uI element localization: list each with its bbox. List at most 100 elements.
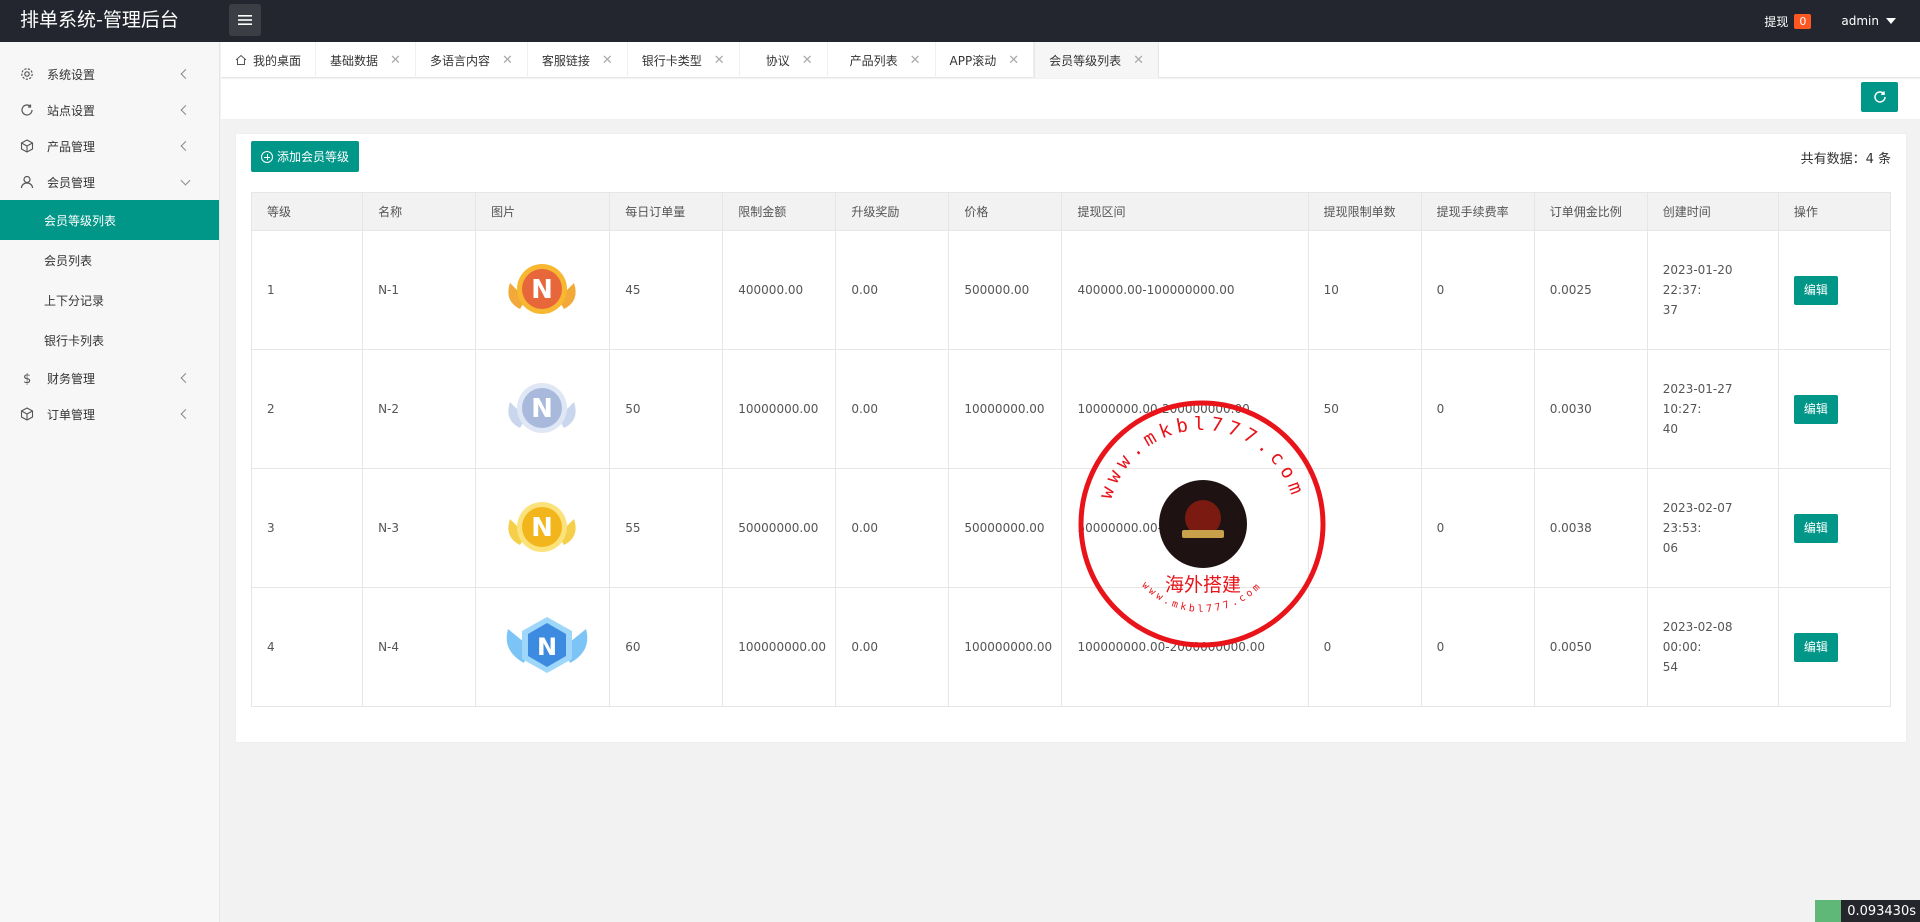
cell-commission: 0.0025 [1533,230,1648,350]
orange-badge-image: N [508,264,576,314]
sidebar-item-site-settings[interactable]: 站点设置 [0,92,219,128]
cell-actions: 编辑 [1777,587,1892,707]
sidebar-subitem-member-levels[interactable]: 会员等级列表 [0,200,219,240]
sidebar-subitem-member-list[interactable]: 会员列表 [0,240,219,280]
close-icon[interactable]: ✕ [502,53,513,68]
tab-member-levels[interactable]: 会员等级列表 ✕ [1034,42,1160,78]
tab-app-scroll[interactable]: APP滚动 ✕ [936,42,1035,78]
cell-commission: 0.0050 [1533,587,1648,707]
user-icon [20,175,34,189]
cell-withdraw-range: 50000000.00-6 [1061,468,1309,588]
chevron-left-icon [180,69,191,79]
cell-created: 2023-01-20 22:37: 37 [1646,230,1779,350]
edit-button[interactable]: 编辑 [1793,394,1838,424]
cell-name: N-2 [362,349,477,469]
refresh-button[interactable] [1861,82,1898,112]
edit-button[interactable]: 编辑 [1793,513,1838,543]
sidebar-item-product-management[interactable]: 产品管理 [0,128,219,164]
cell-fee-rate: 0 [1420,587,1535,707]
box-icon [20,139,34,153]
add-button-label: 添加会员等级 [277,150,350,164]
timer-value: 0.093430s [1847,903,1916,919]
column-header: 提现区间 [1061,192,1309,231]
cell-daily-orders: 45 [609,230,724,350]
svg-text:N: N [537,633,557,661]
tab-service-links[interactable]: 客服链接 ✕ [528,42,628,78]
close-icon[interactable]: ✕ [602,53,613,68]
withdraw-link[interactable]: 提现 0 [1764,13,1812,30]
cell-created: 2023-01-27 10:27: 40 [1646,349,1779,469]
add-member-level-button[interactable]: 添加会员等级 [251,141,360,172]
table-header-row: 等级 名称 图片 每日订单量 限制金额 升级奖励 价格 提现区间 提现限制单数 … [250,192,1892,231]
gear-icon [20,67,34,81]
cell-withdraw-range: 100000000.00-2000000000.00 [1061,587,1309,707]
created-seconds: 40 [1662,422,1679,436]
close-icon[interactable]: ✕ [714,53,725,68]
tab-label: 协议 [765,53,790,68]
sidebar-item-order-management[interactable]: 订单管理 [0,396,219,432]
sidebar-item-system-settings[interactable]: 系统设置 [0,56,219,92]
tab-bank-types[interactable]: 银行卡类型 ✕ [628,42,740,78]
cell-reward: 0.00 [835,349,950,469]
home-icon [235,54,247,65]
sidebar-subitem-bank-cards[interactable]: 银行卡列表 [0,320,219,360]
tab-agreement[interactable]: 协议 ✕ [740,42,828,78]
cell-name: N-3 [362,468,477,588]
svg-text:N: N [531,394,553,424]
cell-actions: 编辑 [1777,349,1892,469]
close-icon[interactable]: ✕ [1008,53,1019,68]
cell-created: 2023-02-08 00:00: 54 [1646,587,1779,707]
withdraw-label: 提现 [1764,14,1789,29]
cell-actions: 编辑 [1777,468,1892,588]
sidebar-item-finance-management[interactable]: $ 财务管理 [0,360,219,396]
cell-withdraw-count: 50 [1307,349,1422,469]
column-header: 限制金额 [722,192,837,231]
cell-limit: 50000000.00 [722,468,837,588]
cell-level: 3 [250,468,364,588]
menu-toggle-button[interactable] [229,4,261,36]
top-header: 排单系统-管理后台 提现 0 admin [0,0,1920,42]
cell-withdraw-range: 10000000.00-200000000.00 [1061,349,1309,469]
cell-image: N [475,230,611,350]
cell-price: 100000000.00 [948,587,1063,707]
tab-basic-data[interactable]: 基础数据 ✕ [316,42,416,78]
close-icon[interactable]: ✕ [390,53,401,68]
gold-badge-image: N [508,502,576,552]
sidebar-subitem-balance-records[interactable]: 上下分记录 [0,280,219,320]
tab-label: 产品列表 [849,53,898,68]
chevron-left-icon [180,141,191,151]
created-seconds: 37 [1662,303,1679,317]
cell-image: N [475,587,611,707]
cell-image: N [475,349,611,469]
chevron-down-icon [180,175,191,186]
table-row: 1 N-1 N 45 400000.00 0.00 500000.00 4000… [250,230,1892,350]
tab-desktop[interactable]: 我的桌面 [221,42,317,78]
tab-products[interactable]: 产品列表 ✕ [828,42,936,78]
cell-commission: 0.0030 [1533,349,1648,469]
page-timer: 0.093430s [1815,900,1920,922]
sidebar-item-label: 订单管理 [47,407,96,422]
plus-circle-icon [261,150,273,163]
edit-button[interactable]: 编辑 [1793,632,1838,662]
column-header: 价格 [948,192,1063,231]
column-header: 名称 [362,192,477,231]
cell-fee-rate: 0 [1420,230,1535,350]
user-menu[interactable]: admin [1841,14,1896,28]
cell-level: 2 [250,349,364,469]
refresh-icon [1873,91,1886,103]
sidebar-item-member-management[interactable]: 会员管理 [0,164,219,200]
close-icon[interactable]: ✕ [910,53,921,68]
table-row: 2 N-2 N 50 10000000.00 0.00 10000000.00 … [250,349,1892,469]
tab-label: 客服链接 [541,53,590,68]
cell-reward: 0.00 [835,230,950,350]
edit-button[interactable]: 编辑 [1793,275,1838,305]
sidebar: 系统设置 站点设置 产品管理 会员管理 会员等级列表 会员列表 上下分记录 银行… [0,42,220,922]
cell-withdraw-count [1307,468,1422,588]
cell-level: 1 [250,230,364,350]
close-icon[interactable]: ✕ [802,53,813,68]
tab-multilang[interactable]: 多语言内容 ✕ [416,42,528,78]
close-icon[interactable]: ✕ [1133,53,1144,68]
cell-name: N-1 [362,230,477,350]
column-header: 每日订单量 [609,192,724,231]
column-header: 操作 [1777,192,1892,231]
